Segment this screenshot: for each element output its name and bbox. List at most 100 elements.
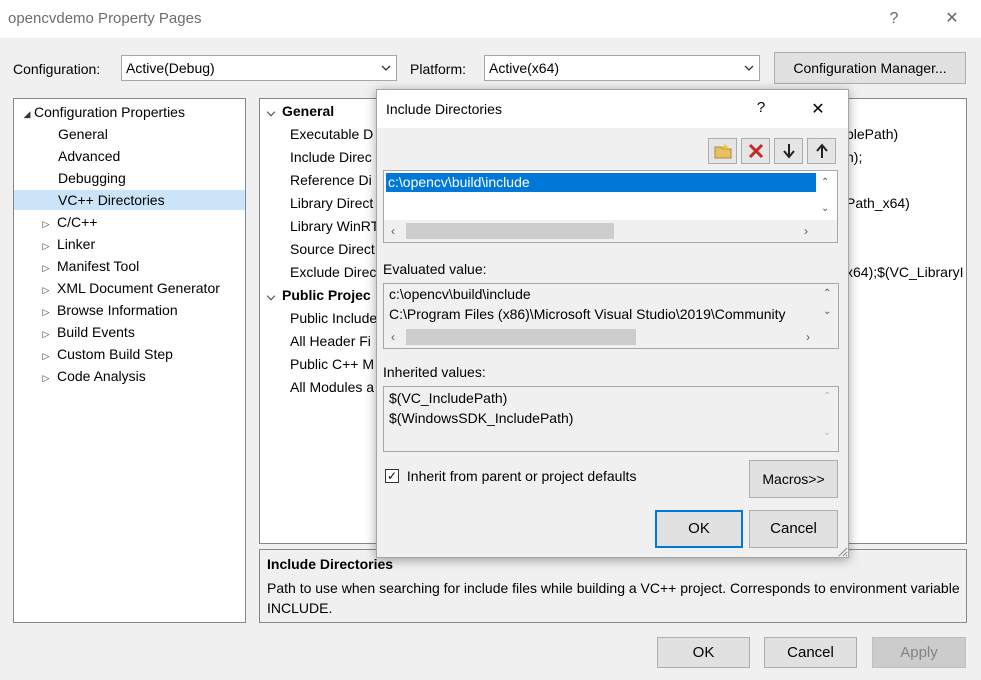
scroll-up-icon[interactable]: ⌃ [823,288,831,299]
property-value: x64);$(VC_LibraryI [846,264,964,280]
tree-item-xml-document-generator[interactable]: ▷ XML Document Generator [39,278,245,298]
resize-grip-icon[interactable] [836,545,848,557]
tree-root-label: Configuration Properties [34,104,185,120]
delete-icon [748,143,763,159]
dialog-help-button[interactable]: ? [751,99,771,116]
ok-button[interactable]: OK [657,637,750,668]
move-down-button[interactable] [774,138,803,164]
tree-item-label: Manifest Tool [57,258,140,274]
property-name: Public C++ M [290,356,375,372]
macros-button[interactable]: Macros>> [749,460,838,498]
apply-button[interactable]: Apply [872,637,966,668]
new-folder-icon [714,143,731,159]
tree-item-label: Code Analysis [57,368,146,384]
tree-item-code-analysis[interactable]: ▷ Code Analysis [39,366,245,386]
expand-triangle-icon[interactable]: ▷ [39,280,53,300]
expand-triangle-icon[interactable]: ▷ [39,214,53,234]
inherit-checkbox-label: Inherit from parent or project defaults [406,468,637,485]
property-name: Source Direct [290,241,375,257]
chevron-down-icon [744,65,754,71]
close-button[interactable]: ✕ [937,6,967,32]
tree-item-label: VC++ Directories [58,192,165,208]
inherit-checkbox[interactable]: ✓ [385,469,399,484]
evaluated-value-label: Evaluated value: [383,261,487,277]
expand-triangle-icon[interactable]: ▷ [39,324,53,344]
evaluated-line: c:\opencv\build\include [389,286,531,302]
dialog-title: Include Directories [386,101,502,117]
tree-item-label: Custom Build Step [57,346,173,362]
scroll-down-icon[interactable]: ⌄ [823,306,831,317]
platform-combo[interactable]: Active(x64) [484,55,760,81]
inherited-line: $(VC_IncludePath) [389,390,508,406]
platform-value: Active(x64) [489,60,560,76]
tree-item-label: C/C++ [57,214,98,230]
property-name: Reference Di [290,172,372,188]
expand-triangle-icon[interactable]: ▷ [39,346,53,366]
move-down-icon [782,144,795,159]
configuration-combo[interactable]: Active(Debug) [121,55,397,81]
platform-label: Platform: [410,61,467,77]
scroll-right-icon[interactable]: › [804,224,808,238]
property-name: Public Include [290,310,378,326]
help-button[interactable]: ? [879,6,909,32]
move-up-button[interactable] [807,138,836,164]
tree-item-build-events[interactable]: ▷ Build Events [39,322,245,342]
new-line-button[interactable] [708,138,737,164]
tree-item-label: Browse Information [57,302,178,318]
tree-root-configuration-properties[interactable]: ◢ Configuration Properties [20,102,185,122]
tree-item-manifest-tool[interactable]: ▷ Manifest Tool [39,256,245,276]
property-name: All Header Fi [290,333,371,349]
scrollbar-thumb[interactable] [406,329,636,345]
horizontal-scrollbar[interactable]: ‹ › [384,326,838,348]
evaluated-value-box[interactable]: c:\opencv\build\include C:\Program Files … [383,283,839,349]
tree-item-linker[interactable]: ▷ Linker [39,234,245,254]
expand-triangle-icon[interactable]: ▷ [39,368,53,388]
dialog-title-bar: Include Directories ? ✕ [377,90,848,128]
property-tree: ◢ Configuration Properties General Advance… [13,98,246,623]
dialog-ok-button[interactable]: OK [655,510,743,548]
inherited-values-box: $(VC_IncludePath) $(WindowsSDK_IncludePat… [383,386,839,452]
scroll-right-icon[interactable]: › [806,330,810,344]
window-title-bar: opencvdemo Property Pages ? ✕ [0,0,981,39]
scroll-down-icon[interactable]: ⌄ [821,203,829,214]
scroll-up-icon[interactable]: ⌃ [821,177,829,188]
inherited-line: $(WindowsSDK_IncludePath) [389,410,574,426]
scrollbar-thumb[interactable] [406,223,614,239]
window-title: opencvdemo Property Pages [8,10,202,27]
tree-item-browse-information[interactable]: ▷ Browse Information [39,300,245,320]
tree-item-debugging[interactable]: Debugging [14,168,245,188]
evaluated-line: C:\Program Files (x86)\Microsoft Visual … [389,306,786,322]
cancel-button[interactable]: Cancel [764,637,857,668]
scroll-left-icon[interactable]: ‹ [391,330,395,344]
tree-item-label: Debugging [58,170,126,186]
horizontal-scrollbar[interactable]: ‹ › [384,220,837,242]
property-value: blePath) [846,126,899,142]
tree-item-c-c-[interactable]: ▷ C/C++ [39,212,245,232]
property-name: Include Direc [290,149,372,165]
property-name: All Modules a [290,379,375,395]
delete-button[interactable] [741,138,770,164]
tree-item-advanced[interactable]: Advanced [14,146,245,166]
expand-triangle-icon[interactable]: ▷ [39,236,53,256]
directory-list-item[interactable]: c:\opencv\build\include [386,173,816,192]
category-label: Public Projec [282,287,371,303]
configuration-label: Configuration: [13,61,101,77]
directories-list[interactable]: c:\opencv\build\include ⌃ ⌄ ‹ › [383,170,838,243]
configuration-value: Active(Debug) [126,60,215,76]
scroll-left-icon[interactable]: ‹ [391,224,395,238]
dialog-close-button[interactable]: ✕ [808,99,828,119]
tree-item-vc-directories[interactable]: VC++ Directories [14,190,245,210]
expand-triangle-icon[interactable]: ▷ [39,258,53,278]
chevron-down-icon: ⌵ [266,107,276,119]
dialog-cancel-button[interactable]: Cancel [749,510,838,548]
configuration-manager-button[interactable]: Configuration Manager... [774,52,966,84]
property-name: Library WinRT [290,218,380,234]
description-title: Include Directories [267,556,394,572]
property-name: Exclude Direc [290,264,377,280]
expand-triangle-icon[interactable]: ▷ [39,302,53,322]
tree-item-general[interactable]: General [14,124,245,144]
scroll-up-icon: ⌃ [823,391,832,402]
property-value: Path_x64) [846,195,910,211]
tree-item-custom-build-step[interactable]: ▷ Custom Build Step [39,344,245,364]
inherit-checkbox-row[interactable]: ✓ Inherit from parent or project default… [385,467,636,484]
